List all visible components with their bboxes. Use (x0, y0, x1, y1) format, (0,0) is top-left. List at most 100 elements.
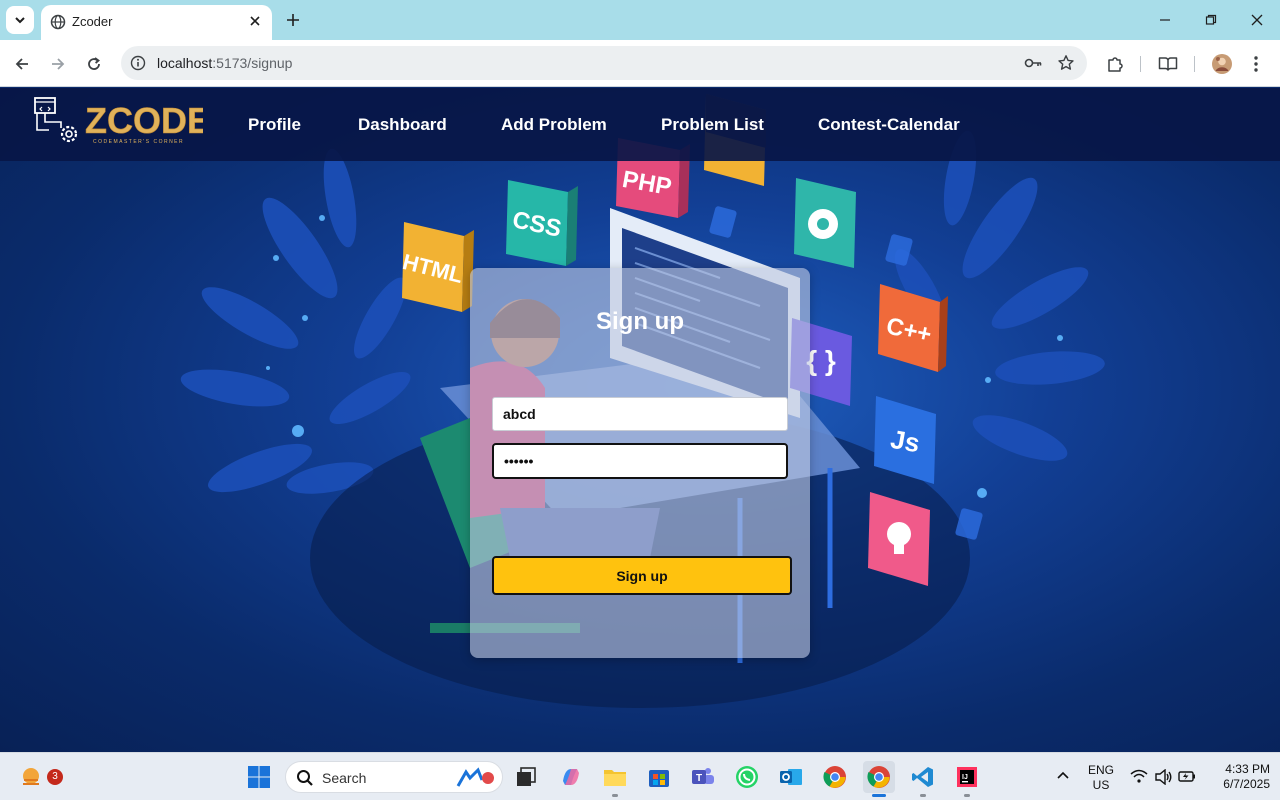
taskbar-file-explorer[interactable] (599, 761, 631, 797)
extensions-button[interactable] (1102, 51, 1128, 77)
region-code: US (1092, 778, 1110, 792)
book-icon (1158, 57, 1178, 71)
browser-tab-active[interactable]: Zcoder (41, 5, 272, 40)
zcoder-logo[interactable]: ZCODER CODEMASTER'S CORNER (33, 96, 203, 146)
taskbar-chrome[interactable] (819, 761, 851, 793)
nav-link-dashboard[interactable]: Dashboard (358, 115, 447, 135)
plus-icon (287, 14, 299, 26)
language-code: ENG (1088, 763, 1115, 777)
search-placeholder: Search (322, 770, 367, 786)
search-highlight-icon (456, 767, 494, 787)
username-input[interactable] (492, 397, 788, 431)
taskbar-chrome-active[interactable] (863, 761, 895, 797)
running-indicator (920, 794, 926, 797)
running-indicator (964, 794, 970, 797)
whatsapp-icon (736, 766, 758, 788)
taskbar-vscode[interactable] (907, 761, 939, 797)
clock-date: 6/7/2025 (1223, 777, 1270, 791)
vscode-icon (912, 767, 933, 787)
signup-page: PHP CSS HTML C++ { } Js ZCODE CODEMASTER… (0, 88, 1280, 752)
taskbar-intellij[interactable]: IJ (951, 761, 983, 797)
tile-css: CSS (506, 180, 578, 266)
wifi-icon[interactable] (1130, 769, 1148, 783)
task-view-button[interactable] (510, 761, 542, 793)
browser-toolbar: localhost:5173/signup (0, 40, 1280, 87)
active-indicator (872, 794, 886, 797)
store-icon (649, 770, 669, 787)
weather-widget[interactable]: 3 (16, 761, 63, 793)
nav-link-problem-list[interactable]: Problem List (661, 115, 764, 135)
nav-link-add-problem[interactable]: Add Problem (501, 115, 607, 135)
browser-tabstrip: Zcoder (0, 0, 1280, 40)
url-host: localhost (157, 55, 213, 71)
puzzle-icon (1108, 57, 1123, 72)
more-vertical-icon (1254, 56, 1258, 72)
password-input[interactable] (492, 443, 788, 479)
taskbar-ms-store[interactable] (643, 761, 675, 793)
minimize-icon (1160, 19, 1170, 21)
volume-icon[interactable] (1155, 769, 1173, 785)
taskbar-copilot[interactable] (555, 761, 587, 793)
taskbar-search-box[interactable]: Search (285, 761, 503, 793)
profile-avatar-button[interactable] (1209, 51, 1235, 77)
back-button[interactable] (9, 51, 35, 77)
code-gear-icon (34, 97, 78, 143)
svg-text:IJ: IJ (962, 774, 968, 781)
key-icon[interactable] (1023, 54, 1043, 72)
globe-icon (50, 14, 66, 30)
forward-button[interactable] (45, 51, 71, 77)
address-bar[interactable]: localhost:5173/signup (121, 46, 1087, 80)
chrome-icon (823, 766, 846, 788)
browser-menu-button[interactable] (1243, 51, 1269, 77)
toolbar-divider (1140, 56, 1141, 72)
tab-search-button[interactable] (6, 6, 34, 34)
avatar-icon (1212, 54, 1232, 74)
info-icon (130, 55, 146, 71)
windows-taskbar: 3 Search T IJ ENG US 4:33 PM 6/7/2025 (0, 752, 1280, 800)
close-icon (1251, 14, 1263, 26)
copilot-icon (563, 769, 579, 785)
signup-title: Sign up (596, 308, 684, 335)
chevron-down-icon (15, 17, 25, 24)
close-icon (250, 16, 260, 26)
close-window-button[interactable] (1234, 6, 1280, 34)
nav-link-profile[interactable]: Profile (248, 115, 301, 135)
sun-cloud-icon (23, 768, 39, 785)
reading-mode-button[interactable] (1155, 51, 1181, 77)
new-tab-button[interactable] (281, 8, 305, 32)
minimize-button[interactable] (1142, 6, 1188, 34)
url-text[interactable]: localhost:5173/signup (157, 55, 292, 71)
chevron-up-icon[interactable] (1056, 770, 1070, 780)
signup-card: Sign up Sign up (470, 268, 810, 658)
reload-button[interactable] (81, 51, 107, 77)
task-view-icon (517, 767, 536, 786)
restore-button[interactable] (1188, 6, 1234, 34)
star-icon[interactable] (1057, 54, 1075, 72)
signup-button[interactable]: Sign up (492, 556, 792, 595)
start-button[interactable] (243, 761, 275, 793)
arrow-left-icon (15, 58, 28, 70)
tile-gear (794, 178, 856, 268)
svg-text:{ }: { } (806, 345, 836, 376)
toolbar-divider (1194, 56, 1195, 72)
nav-link-contest-calendar[interactable]: Contest-Calendar (818, 115, 960, 135)
tab-title: Zcoder (72, 14, 113, 29)
chrome-icon (867, 766, 890, 788)
teams-icon: T (692, 768, 714, 784)
taskbar-whatsapp[interactable] (731, 761, 763, 793)
system-clock[interactable]: 4:33 PM 6/7/2025 (1204, 762, 1270, 792)
taskbar-teams[interactable]: T (687, 761, 719, 793)
logo-tagline: CODEMASTER'S CORNER (93, 139, 184, 145)
navbar: ZCODER CODEMASTER'S CORNER Profile Dashb… (0, 88, 1280, 161)
site-info-button[interactable] (129, 54, 147, 72)
taskbar-outlook[interactable] (775, 761, 807, 793)
url-path: :5173/signup (212, 55, 293, 71)
windows-icon (248, 766, 270, 788)
running-indicator (612, 794, 618, 797)
language-indicator[interactable]: ENG US (1088, 763, 1114, 793)
close-tab-button[interactable] (246, 12, 264, 30)
svg-text:T: T (696, 773, 702, 784)
logo-wordmark: ZCODER (85, 100, 203, 141)
clock-time: 4:33 PM (1225, 762, 1270, 776)
battery-icon[interactable] (1178, 769, 1196, 783)
